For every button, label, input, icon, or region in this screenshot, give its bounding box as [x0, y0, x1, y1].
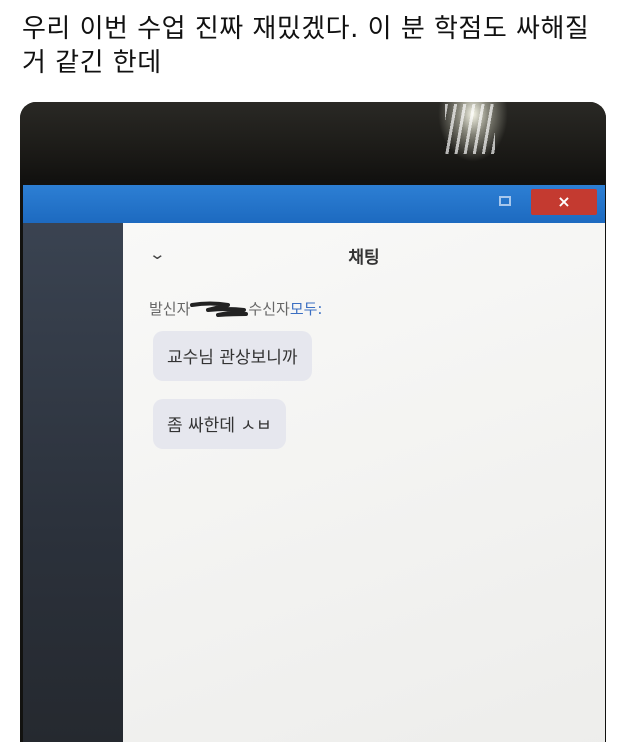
chat-message: 좀 싸한데 ㅅㅂ	[153, 399, 286, 449]
chat-message: 교수님 관상보니까	[153, 331, 312, 381]
monitor-screen: × ⌄ 채팅 발신자 수신자모두: 교수님 관상보니까 좀 싸한데 ㅅㅂ	[23, 185, 605, 742]
receiver-label: 수신자	[248, 300, 290, 318]
redacted-scribble	[190, 301, 249, 317]
ceiling-background	[20, 102, 606, 192]
sender-receiver-line: 발신자 수신자모두:	[149, 298, 322, 319]
minimize-button[interactable]	[463, 189, 485, 215]
photo-of-monitor: × ⌄ 채팅 발신자 수신자모두: 교수님 관상보니까 좀 싸한데 ㅅㅂ	[20, 102, 606, 742]
chat-title: 채팅	[348, 248, 380, 268]
maximize-button[interactable]	[493, 189, 519, 215]
window-titlebar: ×	[23, 185, 605, 223]
sender-label: 발신자	[149, 300, 191, 318]
video-panel	[23, 223, 123, 742]
close-icon: ×	[557, 192, 571, 211]
close-button[interactable]: ×	[531, 189, 597, 215]
post-text: 우리 이번 수업 진짜 재밌겠다. 이 분 학점도 싸해질거 같긴 한데	[22, 14, 590, 78]
light-streaks	[445, 104, 495, 154]
receiver-value[interactable]: 모두:	[290, 300, 323, 318]
chat-panel: ⌄ 채팅 발신자 수신자모두: 교수님 관상보니까 좀 싸한데 ㅅㅂ	[123, 223, 605, 742]
